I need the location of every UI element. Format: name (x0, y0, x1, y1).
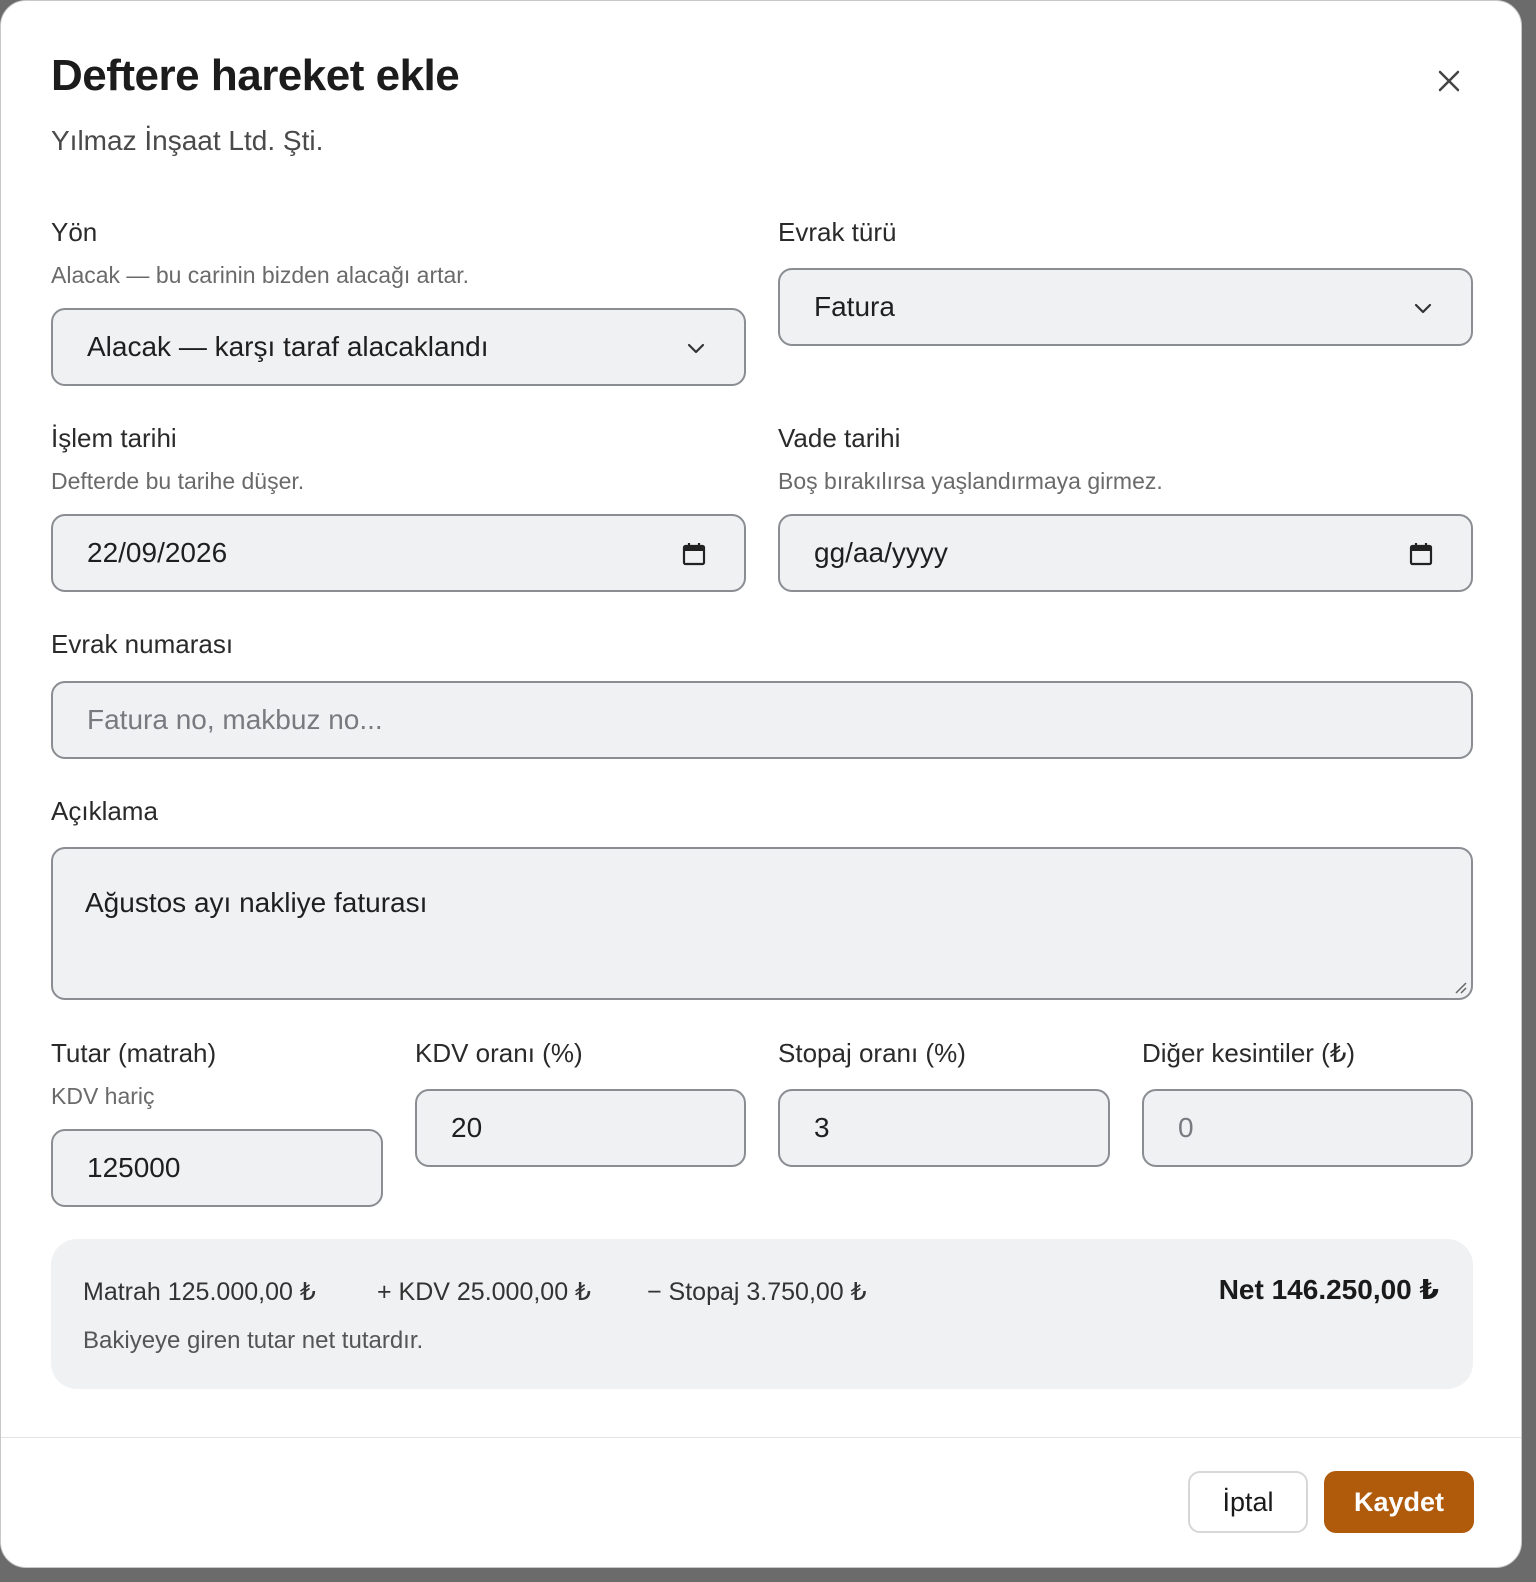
direction-hint: Alacak — bu carinin bizden alacağı artar… (51, 262, 470, 288)
summary-net: Net 146.250,00 ₺ (1218, 1274, 1439, 1305)
summary-base: Matrah 125.000,00 ₺ (83, 1278, 316, 1306)
other-deductions-label: Diğer kesintiler (₺) (1142, 1038, 1356, 1068)
doc-number-label: Evrak numarası (51, 629, 234, 659)
doc-number-input[interactable]: Fatura no, makbuz no... (51, 681, 1473, 759)
add-ledger-entry-dialog: Deftere hareket ekle Yılmaz İnşaat Ltd. … (0, 0, 1522, 1568)
cancel-button[interactable]: İptal (1188, 1471, 1308, 1533)
summary-vat: + KDV 25.000,00 ₺ (377, 1278, 591, 1306)
other-deductions-placeholder: 0 (1178, 1112, 1194, 1143)
chevron-down-icon (1414, 303, 1432, 314)
description-label: Açıklama (51, 796, 158, 826)
doc-type-select-value: Fatura (814, 291, 895, 322)
close-icon[interactable] (1427, 59, 1471, 103)
calendar-icon[interactable] (1407, 540, 1435, 568)
vat-rate-value: 20 (451, 1112, 483, 1143)
amount-label: Tutar (matrah) (51, 1038, 217, 1068)
chevron-down-icon (687, 343, 705, 354)
resize-grip-icon[interactable] (1451, 978, 1467, 994)
due-date-placeholder: gg/aa/yyyy (814, 537, 948, 568)
due-date-label: Vade tarihi (778, 423, 901, 453)
due-date-input[interactable]: gg/aa/yyyy (778, 514, 1473, 592)
vat-rate-input[interactable]: 20 (415, 1089, 746, 1167)
doc-type-select[interactable]: Fatura (778, 268, 1473, 346)
tx-date-hint: Defterde bu tarihe düşer. (51, 468, 305, 494)
doc-number-placeholder: Fatura no, makbuz no... (87, 704, 383, 735)
withholding-rate-label: Stopaj oranı (%) (778, 1038, 966, 1068)
withholding-rate-input[interactable]: 3 (778, 1089, 1110, 1167)
dialog-subtitle: Yılmaz İnşaat Ltd. Şti. (51, 125, 324, 156)
doc-type-label: Evrak türü (778, 217, 897, 247)
summary-withholding: − Stopaj 3.750,00 ₺ (647, 1278, 867, 1306)
description-value: Ağustos ayı nakliye faturası (85, 887, 428, 918)
tx-date-input[interactable]: 22/09/2026 (51, 514, 746, 592)
footer-divider (1, 1437, 1521, 1438)
withholding-rate-value: 3 (814, 1112, 830, 1143)
amount-hint: KDV hariç (51, 1083, 155, 1109)
amount-input[interactable]: 125000 (51, 1129, 383, 1207)
save-button[interactable]: Kaydet (1324, 1471, 1474, 1533)
totals-summary: Matrah 125.000,00 ₺ + KDV 25.000,00 ₺ − … (51, 1239, 1473, 1389)
other-deductions-input[interactable]: 0 (1142, 1089, 1473, 1167)
dialog-title: Deftere hareket ekle (51, 51, 460, 100)
tx-date-value: 22/09/2026 (87, 537, 228, 568)
due-date-hint: Boş bırakılırsa yaşlandırmaya girmez. (778, 468, 1163, 494)
summary-note: Bakiyeye giren tutar net tutardır. (83, 1327, 424, 1354)
vat-rate-label: KDV oranı (%) (415, 1038, 583, 1068)
description-textarea[interactable]: Ağustos ayı nakliye faturası (51, 847, 1473, 1000)
tx-date-label: İşlem tarihi (51, 423, 177, 453)
amount-value: 125000 (87, 1152, 181, 1183)
direction-select-value: Alacak — karşı taraf alacaklandı (87, 331, 489, 362)
direction-select[interactable]: Alacak — karşı taraf alacaklandı (51, 308, 746, 386)
direction-label: Yön (51, 217, 98, 247)
calendar-icon[interactable] (680, 540, 708, 568)
